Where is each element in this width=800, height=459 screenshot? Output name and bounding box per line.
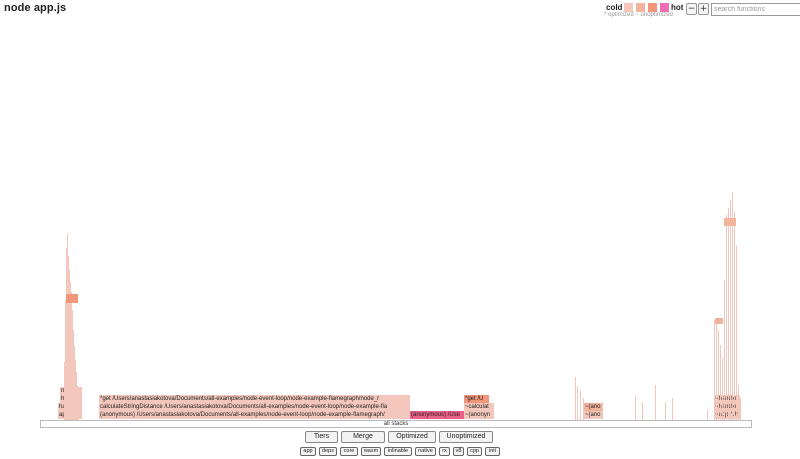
flame-stack-column[interactable]	[655, 385, 656, 420]
flame-stack-column[interactable]	[583, 398, 584, 420]
flame-hot-frame[interactable]	[66, 294, 78, 303]
filter-wasm[interactable]: wasm	[361, 447, 381, 456]
flame-stack-column[interactable]	[642, 402, 643, 420]
filter-app[interactable]: app	[300, 447, 316, 456]
flame-stack-column[interactable]	[726, 215, 727, 420]
optimized-button[interactable]: Optimized	[388, 431, 436, 443]
merge-button[interactable]: Merge	[341, 431, 385, 443]
filter-cpp[interactable]: cpp	[467, 447, 482, 456]
flame-stack-column[interactable]	[635, 395, 636, 420]
filter-inlinable[interactable]: inlinable	[384, 447, 412, 456]
flame-stack-column[interactable]	[730, 200, 731, 420]
flame-stack-column[interactable]	[734, 212, 735, 420]
flame-stack-column[interactable]	[580, 391, 581, 420]
flame-stack-column[interactable]	[716, 318, 717, 420]
flame-stack-column[interactable]	[78, 392, 79, 420]
flame-stack-column[interactable]	[728, 208, 729, 420]
filter-native[interactable]: native	[415, 447, 436, 456]
filter-deps[interactable]: deps	[319, 447, 337, 456]
flame-frame[interactable]: *get /U	[464, 395, 489, 403]
flame-stack-column[interactable]	[602, 402, 603, 420]
flamegraph[interactable]: *get /Users/anastasiakotova/Documents/al…	[0, 0, 800, 459]
filter-rx[interactable]: rx	[439, 447, 450, 456]
flame-stack-column[interactable]	[575, 377, 576, 420]
flame-stack-column[interactable]	[740, 398, 741, 420]
flame-frame[interactable]: ~(ano	[584, 411, 602, 419]
unoptimized-button[interactable]: Unoptimized	[439, 431, 493, 443]
tiers-button[interactable]: Tiers	[305, 431, 338, 443]
flame-stack-column[interactable]	[732, 192, 733, 420]
flame-stack-column[interactable]	[722, 358, 723, 420]
flame-stack-column[interactable]	[738, 385, 739, 420]
flame-stack-column[interactable]	[577, 386, 578, 420]
flame-stack-column[interactable]	[672, 398, 673, 420]
filter-init[interactable]: init	[485, 447, 500, 456]
flame-stack-column[interactable]	[665, 402, 666, 420]
all-stacks-frame[interactable]: all stacks	[40, 420, 752, 428]
flame-hot-frame[interactable]	[715, 318, 723, 324]
flame-stack-column[interactable]	[718, 330, 719, 420]
filter-core[interactable]: core	[340, 447, 358, 456]
flame-frame[interactable]: (anonymous) /Use	[410, 411, 465, 419]
flame-frame[interactable]: calculateStringDistance /Users/anastasia…	[99, 403, 410, 411]
flame-frame[interactable]: (anonymous) /Users/anastasiakotova/Docum…	[99, 411, 410, 419]
flame-stack-column[interactable]	[724, 280, 725, 420]
flame-frame[interactable]: *get /Users/anastasiakotova/Documents/al…	[99, 395, 410, 403]
flame-hot-frame[interactable]	[724, 218, 736, 226]
flame-stack-column[interactable]	[720, 345, 721, 420]
flame-stack-column[interactable]	[736, 245, 737, 420]
flame-stack-column[interactable]	[714, 320, 715, 420]
flame-frame[interactable]: ~calculat	[464, 403, 494, 411]
flame-frame[interactable]: ~(anonyn	[464, 411, 494, 419]
flame-frame[interactable]: ~(ano	[584, 403, 602, 411]
flame-stack-column[interactable]	[707, 410, 708, 420]
filter-v8[interactable]: v8	[453, 447, 464, 456]
